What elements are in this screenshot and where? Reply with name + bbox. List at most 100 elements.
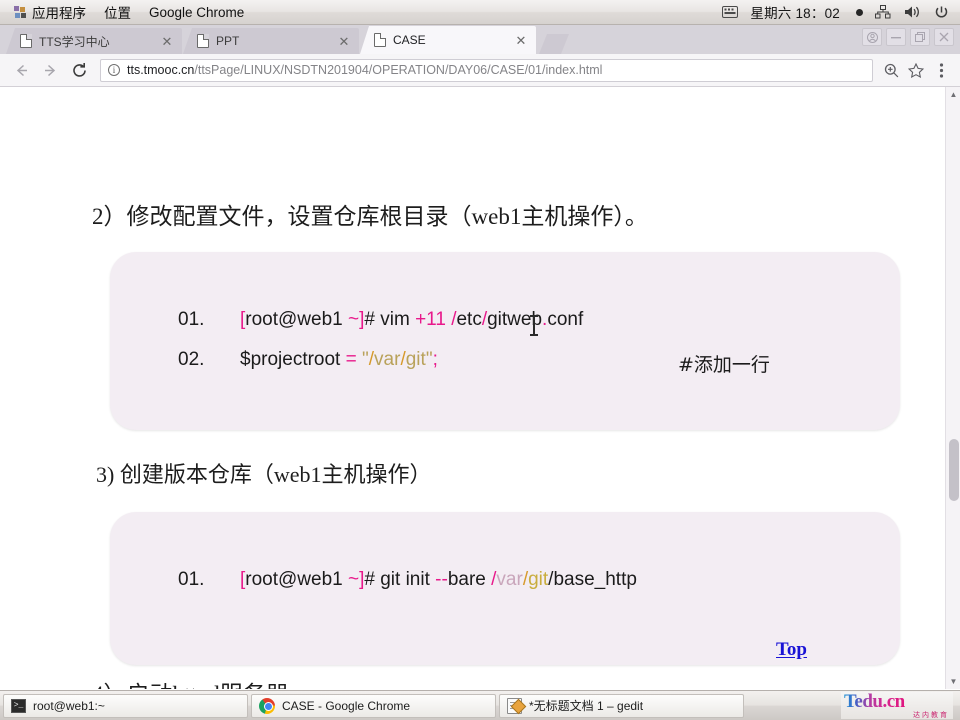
tab-title: PPT — [216, 34, 240, 48]
url-path: /ttsPage/LINUX/NSDTN201904/OPERATION/DAY… — [194, 63, 603, 77]
code-token: var — [374, 349, 401, 370]
code-line-1-1[interactable]: 01. [root@web1 ~]# vim +11 /etc/gitweb.c… — [178, 309, 583, 331]
text-cursor-icon — [530, 315, 538, 336]
heading-step-3: 3) 创建版本仓库（web1主机操作） — [96, 462, 432, 487]
page-icon — [374, 33, 386, 47]
code-token: ~] — [348, 309, 365, 330]
tab-title: TTS学习中心 — [39, 34, 110, 49]
keyboard-icon[interactable] — [721, 3, 739, 21]
network-icon[interactable] — [874, 3, 892, 21]
tab-close-icon[interactable]: ✕ — [160, 35, 174, 48]
page-viewport: 2）修改配置文件，设置仓库根目录（web1主机操作）。 01. [root@we… — [0, 87, 960, 689]
site-info-icon[interactable]: i — [108, 64, 120, 76]
top-anchor-link[interactable]: Top — [776, 639, 807, 661]
address-bar[interactable]: i tts.tmooc.cn/ttsPage/LINUX/NSDTN201904… — [100, 58, 873, 82]
scroll-down-arrow-icon[interactable]: ▼ — [946, 674, 960, 689]
code-text: $projectroot = "/var/git"; — [240, 349, 438, 371]
page-icon — [197, 34, 209, 48]
three-dot-menu-icon[interactable] — [930, 58, 952, 82]
taskbar-item-chrome[interactable]: CASE - Google Chrome — [251, 693, 496, 718]
code-text: [root@web1 ~]# vim +11 /etc/gitweb.conf — [240, 309, 583, 331]
power-icon[interactable] — [932, 3, 950, 21]
tab-strip: TTS学习中心 ✕ PPT ✕ CASE ✕ — [0, 25, 960, 54]
desktop-top-panel: 应用程序 位置 Google Chrome 星期六 18：02 — [0, 0, 960, 25]
vertical-scrollbar[interactable]: ▲ ▼ — [945, 87, 960, 689]
minimize-button[interactable] — [886, 28, 906, 46]
gedit-icon — [507, 697, 522, 714]
line-number: 01. — [178, 309, 205, 330]
code-token: # vim — [364, 309, 416, 330]
line-number: 01. — [178, 569, 205, 590]
profile-avatar-icon[interactable] — [862, 28, 882, 46]
page-content: 2）修改配置文件，设置仓库根目录（web1主机操作）。 01. [root@we… — [0, 87, 945, 689]
back-button[interactable] — [8, 57, 34, 83]
tab-close-icon[interactable]: ✕ — [514, 34, 528, 47]
active-application-menu[interactable]: Google Chrome — [140, 3, 253, 22]
browser-tab-2[interactable]: PPT ✕ — [183, 28, 359, 54]
desktop-taskbar: >_ root@web1:~ CASE - Google Chrome *无标题… — [0, 690, 960, 720]
code-token: git — [528, 569, 549, 590]
code-token: " — [425, 349, 433, 370]
taskbar-item-label: root@web1:~ — [33, 698, 105, 713]
forward-button[interactable] — [37, 57, 63, 83]
places-menu-label: 位置 — [104, 6, 131, 21]
code-line-1-2-comment: #添加一行 — [678, 354, 770, 376]
heading-step-4: 4）启动httpd服务器 — [92, 675, 289, 689]
url-host: tts.tmooc.cn — [127, 63, 195, 77]
new-tab-button[interactable] — [539, 34, 569, 54]
browser-tab-1[interactable]: TTS学习中心 ✕ — [6, 28, 182, 54]
code-block-1 — [110, 252, 900, 430]
code-token: -- — [435, 569, 448, 590]
terminal-icon: >_ — [11, 698, 26, 713]
chrome-icon — [259, 697, 275, 714]
active-application-label: Google Chrome — [149, 4, 245, 20]
close-button[interactable] — [934, 28, 954, 46]
code-token: etc — [456, 309, 482, 330]
taskbar-item-gedit[interactable]: *无标题文档 1 – gedit — [499, 693, 744, 718]
line-number: 02. — [178, 349, 205, 370]
clock[interactable]: 星期六 18：02 — [750, 2, 840, 22]
code-token: base_http — [553, 569, 637, 590]
tedu-wordmark: Tedu.cn — [841, 692, 905, 711]
volume-icon[interactable] — [903, 3, 921, 21]
code-token: root@web1 — [245, 309, 349, 330]
browser-toolbar: i tts.tmooc.cn/ttsPage/LINUX/NSDTN201904… — [0, 54, 960, 87]
page-icon — [20, 34, 32, 48]
applications-menu-label: 应用程序 — [32, 6, 86, 21]
system-tray: 星期六 18：02 — [721, 2, 960, 22]
code-token: " — [356, 349, 369, 370]
maximize-button[interactable] — [910, 28, 930, 46]
taskbar-item-terminal[interactable]: >_ root@web1:~ — [3, 693, 248, 718]
scrollbar-thumb[interactable] — [949, 439, 959, 501]
code-token: ; — [432, 349, 438, 370]
chrome-browser-window: TTS学习中心 ✕ PPT ✕ CASE ✕ i tts.tmooc.cn/tt… — [0, 25, 960, 690]
applications-menu[interactable]: 应用程序 — [5, 0, 95, 24]
tedu-logo: Tedu.cn 达内教育 — [841, 692, 953, 719]
recording-indicator-icon — [856, 8, 863, 16]
star-icon[interactable] — [905, 58, 927, 82]
tab-close-icon[interactable]: ✕ — [337, 35, 351, 48]
applications-icon — [14, 5, 27, 19]
code-line-2-1[interactable]: 01. [root@web1 ~]# git init --bare /var/… — [178, 569, 637, 591]
places-menu[interactable]: 位置 — [95, 0, 140, 24]
panel-menus: 应用程序 位置 Google Chrome — [0, 0, 253, 24]
zoom-in-icon[interactable] — [880, 58, 902, 82]
code-token: git — [405, 349, 426, 370]
code-token: var — [496, 569, 523, 590]
code-token: $projectroot — [240, 349, 346, 370]
browser-tab-3-active[interactable]: CASE ✕ — [360, 26, 536, 54]
taskbar-item-label: CASE - Google Chrome — [282, 698, 411, 713]
code-token: root@web1 — [245, 569, 349, 590]
window-controls — [862, 28, 954, 46]
code-token: bare — [447, 569, 492, 590]
heading-step-2: 2）修改配置文件，设置仓库根目录（web1主机操作）。 — [92, 204, 648, 229]
code-text: [root@web1 ~]# git init --bare /var/git/… — [240, 569, 637, 591]
reload-button[interactable] — [66, 57, 92, 83]
code-token: conf — [547, 309, 584, 330]
code-line-1-2[interactable]: 02. $projectroot = "/var/git"; — [178, 349, 438, 371]
code-token: ~] — [348, 569, 365, 590]
taskbar-item-label: *无标题文档 1 – gedit — [529, 699, 644, 713]
scroll-up-arrow-icon[interactable]: ▲ — [946, 87, 960, 102]
url-text: tts.tmooc.cn/ttsPage/LINUX/NSDTN201904/O… — [127, 63, 602, 77]
code-token: = — [345, 349, 357, 370]
